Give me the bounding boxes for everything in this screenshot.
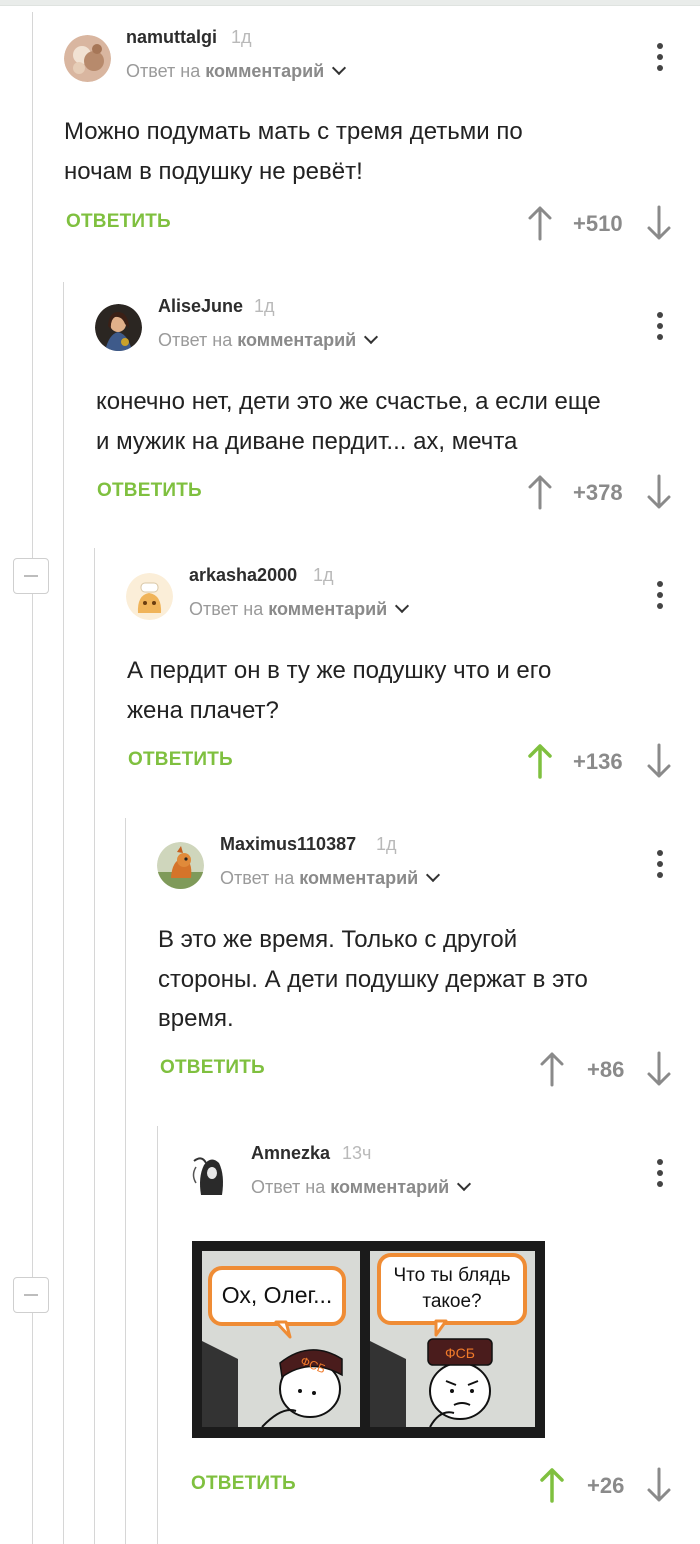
username[interactable]: Maximus110387	[220, 834, 356, 855]
top-bar	[0, 0, 700, 6]
reply-to-link[interactable]: Ответ на комментарий	[220, 867, 441, 889]
comment-text: В это же время. Только с другой стороны.…	[158, 926, 588, 1032]
chevron-down-icon[interactable]	[332, 60, 347, 76]
reply-to-prefix: Ответ на	[189, 599, 264, 619]
reply-to-target: комментарий	[205, 61, 325, 81]
comment-time: 1д	[376, 834, 397, 854]
reply-to-prefix: Ответ на	[158, 330, 233, 350]
comment-text: конечно нет, дети это же счастье, а если…	[96, 388, 601, 455]
upvote-arrow-icon[interactable]	[526, 474, 554, 510]
more-options-icon[interactable]	[656, 850, 664, 883]
reply-button[interactable]: ОТВЕТИТЬ	[66, 211, 171, 233]
comment-time: 1д	[254, 296, 275, 316]
reply-button[interactable]: ОТВЕТИТЬ	[128, 749, 233, 771]
reply-button[interactable]: ОТВЕТИТЬ	[191, 1473, 296, 1495]
avatar[interactable]	[95, 304, 142, 351]
reply-to-target: комментарий	[268, 599, 388, 619]
rating-score: +136	[573, 749, 623, 774]
downvote-arrow-icon[interactable]	[645, 1051, 673, 1087]
meme-right-cap-text: ФСБ	[445, 1345, 475, 1361]
username[interactable]: AliseJune	[158, 296, 243, 317]
reply-button[interactable]: ОТВЕТИТЬ	[160, 1057, 265, 1079]
more-options-icon[interactable]	[656, 1159, 664, 1192]
reply-to-target: комментарий	[330, 1177, 450, 1197]
collapse-thread-button[interactable]	[13, 558, 49, 594]
meme-right-caption-line1: Что ты блядь	[393, 1265, 510, 1286]
reply-to-prefix: Ответ на	[220, 868, 295, 888]
comment-text: А пердит он в ту же подушку что и его же…	[127, 657, 552, 724]
meme-right-caption-line2: такое?	[422, 1291, 481, 1312]
thread-line	[125, 818, 126, 1544]
collapse-thread-button[interactable]	[13, 1277, 49, 1313]
chevron-down-icon[interactable]	[426, 867, 441, 883]
reply-to-prefix: Ответ на	[126, 61, 201, 81]
chevron-down-icon[interactable]	[364, 329, 379, 345]
thread-line	[94, 548, 95, 1544]
username[interactable]: arkasha2000	[189, 565, 297, 586]
chevron-down-icon[interactable]	[457, 1176, 472, 1192]
comment-time: 13ч	[342, 1143, 372, 1163]
upvote-arrow-icon[interactable]	[526, 205, 554, 241]
rating-score: +26	[587, 1473, 625, 1498]
avatar[interactable]	[64, 35, 111, 82]
rating-score: +510	[573, 211, 623, 236]
reply-to-link[interactable]: Ответ на комментарий	[126, 60, 347, 82]
reply-to-link[interactable]: Ответ на комментарий	[251, 1176, 472, 1198]
thread-line	[63, 282, 64, 1544]
thread-line	[157, 1126, 158, 1544]
upvote-arrow-icon[interactable]	[538, 1467, 566, 1503]
avatar[interactable]	[157, 842, 204, 889]
rating-score: +378	[573, 480, 623, 505]
downvote-arrow-icon[interactable]	[645, 474, 673, 510]
reply-to-target: комментарий	[237, 330, 357, 350]
chevron-down-icon[interactable]	[395, 598, 410, 614]
more-options-icon[interactable]	[656, 43, 664, 76]
downvote-arrow-icon[interactable]	[645, 1467, 673, 1503]
username[interactable]: namuttalgi	[126, 27, 217, 48]
thread-line	[32, 12, 33, 1544]
more-options-icon[interactable]	[656, 581, 664, 614]
upvote-arrow-icon[interactable]	[526, 743, 554, 779]
rating-score: +86	[587, 1057, 625, 1082]
username[interactable]: Amnezka	[251, 1143, 330, 1164]
reply-to-link[interactable]: Ответ на комментарий	[189, 598, 410, 620]
comment-image[interactable]: Ох, Олег... ФСБ Что ты блядь такое? ФСБ	[192, 1241, 545, 1438]
reply-to-link[interactable]: Ответ на комментарий	[158, 329, 379, 351]
avatar[interactable]	[126, 573, 173, 620]
comment-time: 1д	[313, 565, 334, 585]
downvote-arrow-icon[interactable]	[645, 205, 673, 241]
reply-to-target: комментарий	[299, 868, 419, 888]
comment-time: 1д	[231, 27, 252, 47]
downvote-arrow-icon[interactable]	[645, 743, 673, 779]
reply-to-prefix: Ответ на	[251, 1177, 326, 1197]
upvote-arrow-icon[interactable]	[538, 1051, 566, 1087]
avatar[interactable]	[188, 1151, 235, 1198]
comment-text: Можно подумать мать с тремя детьми по но…	[64, 118, 523, 185]
reply-button[interactable]: ОТВЕТИТЬ	[97, 480, 202, 502]
more-options-icon[interactable]	[656, 312, 664, 345]
meme-left-caption: Ох, Олег...	[222, 1282, 333, 1308]
